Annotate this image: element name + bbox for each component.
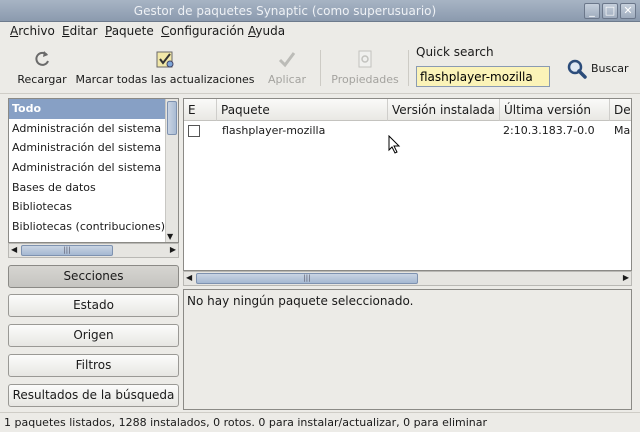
menu-mnemonic: A: [10, 24, 19, 38]
chevron-down-icon[interactable]: ▼: [167, 232, 173, 241]
scrollbar-thumb[interactable]: |||: [196, 273, 418, 284]
toolbar-separator: [320, 50, 321, 86]
apply-button[interactable]: Aplicar: [264, 46, 310, 90]
category-horizontal-scrollbar[interactable]: ◀ ||| ▶: [8, 243, 179, 258]
package-name-cell[interactable]: flashplayer-mozilla: [222, 124, 325, 137]
mark-all-label: Marcar todas las actualizaciones: [75, 73, 255, 86]
menu-label: onfiguración: [169, 24, 245, 38]
filters-button[interactable]: Filtros: [8, 354, 179, 377]
category-item[interactable]: Bibliotecas (contribuciones): [9, 217, 178, 237]
category-list: Todo Administración del sistema Administ…: [8, 98, 179, 243]
menu-bar: Archivo Editar Paquete Configuración Ayu…: [0, 22, 640, 42]
column-header-latest-version[interactable]: Última versión: [500, 99, 610, 121]
category-item[interactable]: Bibliotecas: [9, 197, 178, 217]
menu-archivo[interactable]: Archivo: [10, 24, 55, 38]
mark-all-icon: [156, 51, 174, 68]
menu-label: aquete: [111, 24, 154, 38]
category-item[interactable]: Administración del sistema: [9, 158, 178, 178]
menu-label: rchivo: [18, 24, 55, 38]
properties-button[interactable]: Propiedades: [328, 46, 402, 90]
check-icon: [278, 52, 296, 68]
chevron-left-icon[interactable]: ◀: [11, 245, 17, 254]
menu-mnemonic: P: [105, 24, 112, 38]
column-header-installed-version[interactable]: Versión instalada: [388, 99, 500, 121]
minimize-button[interactable]: _: [584, 3, 600, 19]
category-item[interactable]: Administración del sistema: [9, 119, 178, 139]
chevron-right-icon[interactable]: ▶: [623, 273, 629, 282]
toolbar-separator: [408, 50, 409, 86]
quick-search-input[interactable]: [416, 66, 550, 87]
chevron-left-icon[interactable]: ◀: [186, 273, 192, 282]
search-icon: [567, 59, 587, 79]
search-results-button[interactable]: Resultados de la búsqueda: [8, 384, 179, 407]
menu-label: yuda: [255, 24, 286, 38]
column-header-state[interactable]: E: [184, 99, 217, 121]
latest-version-cell: 2:10.3.183.7-0.0: [503, 124, 595, 137]
category-item[interactable]: Bases de datos: [9, 178, 178, 198]
search-label: Buscar: [591, 62, 629, 75]
scrollbar-thumb[interactable]: [167, 101, 177, 135]
category-vertical-scrollbar[interactable]: ▼: [165, 99, 178, 242]
properties-icon: [358, 50, 372, 68]
category-item[interactable]: Todo: [9, 99, 178, 119]
package-horizontal-scrollbar[interactable]: ◀ ||| ▶: [183, 271, 632, 286]
menu-mnemonic: E: [62, 24, 70, 38]
mark-all-upgrades-button[interactable]: Marcar todas las actualizaciones: [74, 46, 256, 90]
description-cell: Mac: [614, 124, 631, 137]
reload-label: Recargar: [17, 73, 67, 86]
details-message: No hay ningún paquete seleccionado.: [187, 294, 414, 308]
status-text: 1 paquetes listados, 1288 instalados, 0 …: [4, 416, 488, 429]
column-header-package[interactable]: Paquete: [217, 99, 388, 121]
status-bar: 1 paquetes listados, 1288 instalados, 0 …: [0, 412, 640, 432]
reload-button[interactable]: Recargar: [14, 46, 70, 90]
package-table: E Paquete Versión instalada Última versi…: [183, 98, 632, 271]
reload-icon: [35, 51, 49, 66]
menu-editar[interactable]: Editar: [62, 24, 98, 38]
window-title: Gestor de paquetes Synaptic (como superu…: [133, 4, 437, 18]
menu-label: ditar: [69, 24, 98, 38]
properties-label: Propiedades: [331, 73, 399, 86]
title-bar: Gestor de paquetes Synaptic (como superu…: [0, 0, 640, 22]
menu-configuracion[interactable]: Configuración: [161, 24, 244, 38]
sections-button[interactable]: Secciones: [8, 265, 179, 288]
chevron-right-icon[interactable]: ▶: [170, 245, 176, 254]
search-button[interactable]: Buscar: [566, 58, 629, 83]
menu-ayuda[interactable]: Ayuda: [248, 24, 285, 38]
maximize-button[interactable]: □: [602, 3, 618, 19]
column-header-description[interactable]: Des: [610, 99, 631, 121]
menu-paquete[interactable]: Paquete: [105, 24, 154, 38]
package-state-checkbox[interactable]: [188, 125, 200, 137]
quick-search-label: Quick search: [416, 45, 494, 59]
package-details-pane: No hay ningún paquete seleccionado.: [183, 289, 632, 410]
category-item[interactable]: Administración del sistema: [9, 138, 178, 158]
mouse-cursor-icon: [388, 135, 401, 154]
status-button[interactable]: Estado: [8, 294, 179, 317]
close-button[interactable]: ✕: [620, 3, 636, 19]
apply-label: Aplicar: [268, 73, 306, 86]
origin-button[interactable]: Origen: [8, 324, 179, 347]
scrollbar-thumb[interactable]: |||: [21, 245, 113, 256]
